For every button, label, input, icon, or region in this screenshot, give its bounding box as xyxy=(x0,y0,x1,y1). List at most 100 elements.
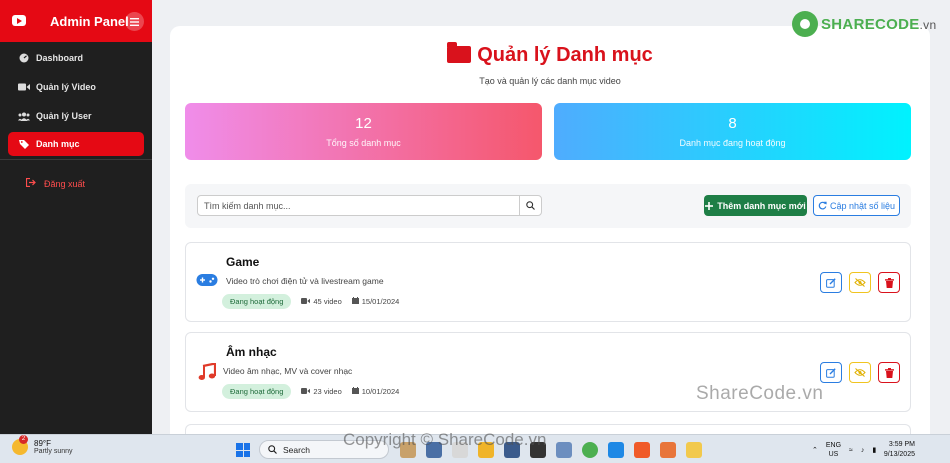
battery-icon[interactable]: ▮ xyxy=(872,446,876,454)
app-icon-12[interactable] xyxy=(686,442,702,458)
logo-main-text: SHARECODE xyxy=(821,15,920,33)
wifi-icon[interactable]: ≈ xyxy=(849,447,853,454)
windows-start-icon[interactable] xyxy=(236,443,250,457)
add-category-button[interactable]: Thêm danh mục mới xyxy=(704,195,807,216)
hamburger-icon xyxy=(130,17,139,26)
volume-icon[interactable]: ♪ xyxy=(861,447,865,454)
eye-slash-icon xyxy=(854,278,866,287)
toolbar: Thêm danh mục mới Cập nhật số liệu xyxy=(185,184,911,228)
edit-button[interactable] xyxy=(820,362,842,383)
page-title: Quản lý Danh mục xyxy=(170,42,930,67)
sharecode-logo: SHARECODE.vn xyxy=(792,11,936,37)
sidebar-divider xyxy=(0,159,152,160)
logo-suffix-text: .vn xyxy=(919,17,937,32)
category-meta: Đang hoạt động 45 video 15/01/2024 xyxy=(222,294,409,309)
search-button[interactable] xyxy=(519,196,541,215)
system-tray: ⌃ ENG US ≈ ♪ ▮ xyxy=(812,441,876,459)
edit-icon xyxy=(826,277,836,288)
category-card-partial xyxy=(185,424,911,434)
plus-icon xyxy=(705,201,714,210)
folder-open-icon xyxy=(447,42,472,63)
video-camera-icon xyxy=(18,82,30,92)
sidebar-item-label: Danh mục xyxy=(36,139,80,149)
refresh-icon xyxy=(818,201,827,210)
sidebar-item-categories[interactable]: Danh mục xyxy=(8,132,144,156)
music-icon xyxy=(198,362,217,384)
gamepad-icon xyxy=(196,273,218,290)
sidebar-item-label: Dashboard xyxy=(36,53,84,63)
video-count-text: 23 video xyxy=(313,387,342,396)
category-description: Video âm nhạc, MV và cover nhạc xyxy=(223,366,353,376)
notification-badge: 2 xyxy=(19,435,28,444)
sharecode-logo-icon xyxy=(792,11,818,37)
category-name: Game xyxy=(226,255,260,269)
menu-toggle-button[interactable] xyxy=(125,12,144,31)
taskbar-search-label: Search xyxy=(283,444,310,455)
stat-label: Danh mục đang hoạt động xyxy=(679,138,786,148)
video-count-text: 45 video xyxy=(313,297,342,306)
tags-icon xyxy=(18,139,30,149)
created-date-text: 10/01/2024 xyxy=(361,387,400,396)
video-count: 45 video xyxy=(301,297,342,306)
sidebar-header: Admin Panel xyxy=(0,0,152,42)
logout-link[interactable]: Đăng xuất xyxy=(25,177,85,189)
created-date: 15/01/2024 xyxy=(351,297,400,306)
delete-button[interactable] xyxy=(878,272,900,293)
app-icon-7[interactable] xyxy=(556,442,572,458)
trash-icon xyxy=(884,367,894,378)
stat-value: 8 xyxy=(728,115,737,132)
category-name: Âm nhạc xyxy=(226,345,277,359)
gauge-icon xyxy=(18,53,30,63)
copyright-watermark: Copyright © ShareCode.vn xyxy=(343,430,547,449)
edit-button[interactable] xyxy=(820,272,842,293)
search-icon xyxy=(268,445,277,454)
created-date-text: 15/01/2024 xyxy=(361,297,400,306)
status-badge: Đang hoạt động xyxy=(222,294,292,309)
youtube-icon xyxy=(12,15,26,26)
weather-widget[interactable]: 2 89°F Partly sunny xyxy=(12,435,73,455)
language-indicator[interactable]: ENG US xyxy=(826,441,841,459)
keyboard-region: US xyxy=(828,451,839,458)
chevron-up-icon[interactable]: ⌃ xyxy=(812,446,818,454)
calendar-icon xyxy=(351,297,359,306)
sign-out-icon xyxy=(25,177,36,189)
video-camera-icon xyxy=(301,387,311,396)
trash-icon xyxy=(884,277,894,288)
sidebar-item-videos[interactable]: Quản lý Video xyxy=(8,75,144,99)
refresh-stats-label: Cập nhật số liệu xyxy=(829,200,896,211)
partly-sunny-icon: 2 xyxy=(12,435,28,455)
weather-condition: Partly sunny xyxy=(34,448,73,455)
language-code: ENG xyxy=(825,442,842,449)
video-camera-icon xyxy=(301,297,311,306)
watermark-text: ShareCode.vn xyxy=(696,383,824,404)
app-icon-11[interactable] xyxy=(660,442,676,458)
vscode-icon[interactable] xyxy=(608,442,624,458)
stat-active-categories: 8 Danh mục đang hoạt động xyxy=(554,103,911,160)
eye-slash-icon xyxy=(854,368,866,377)
toggle-visibility-button[interactable] xyxy=(849,362,871,383)
weather-temp: 89°F xyxy=(34,439,51,448)
system-clock[interactable]: 3:59 PM 9/13/2025 xyxy=(879,440,915,460)
toggle-visibility-button[interactable] xyxy=(849,272,871,293)
sidebar: Admin Panel Dashboard Quản lý Video Quản… xyxy=(0,0,152,434)
refresh-stats-button[interactable]: Cập nhật số liệu xyxy=(813,195,900,216)
search-group xyxy=(197,195,542,216)
edit-icon xyxy=(826,367,836,378)
search-icon xyxy=(526,201,535,210)
created-date: 10/01/2024 xyxy=(351,387,400,396)
category-actions xyxy=(820,362,900,383)
category-card: Game Video trò chơi điện tử và livestrea… xyxy=(185,242,911,322)
category-meta: Đang hoạt động 23 video 10/01/2024 xyxy=(222,384,409,399)
sidebar-item-label: Quản lý Video xyxy=(36,82,96,92)
sidebar-item-dashboard[interactable]: Dashboard xyxy=(8,46,144,70)
clock-time: 3:59 PM xyxy=(888,441,915,448)
app-title: Admin Panel xyxy=(50,13,129,29)
brave-icon[interactable] xyxy=(634,442,650,458)
delete-button[interactable] xyxy=(878,362,900,383)
stat-value: 12 xyxy=(355,115,372,132)
clock-date: 9/13/2025 xyxy=(883,451,915,458)
chrome-icon[interactable] xyxy=(582,442,598,458)
sidebar-item-users[interactable]: Quản lý User xyxy=(8,104,144,128)
category-description: Video trò chơi điện tử và livestream gam… xyxy=(226,276,384,286)
search-input[interactable] xyxy=(198,196,519,215)
